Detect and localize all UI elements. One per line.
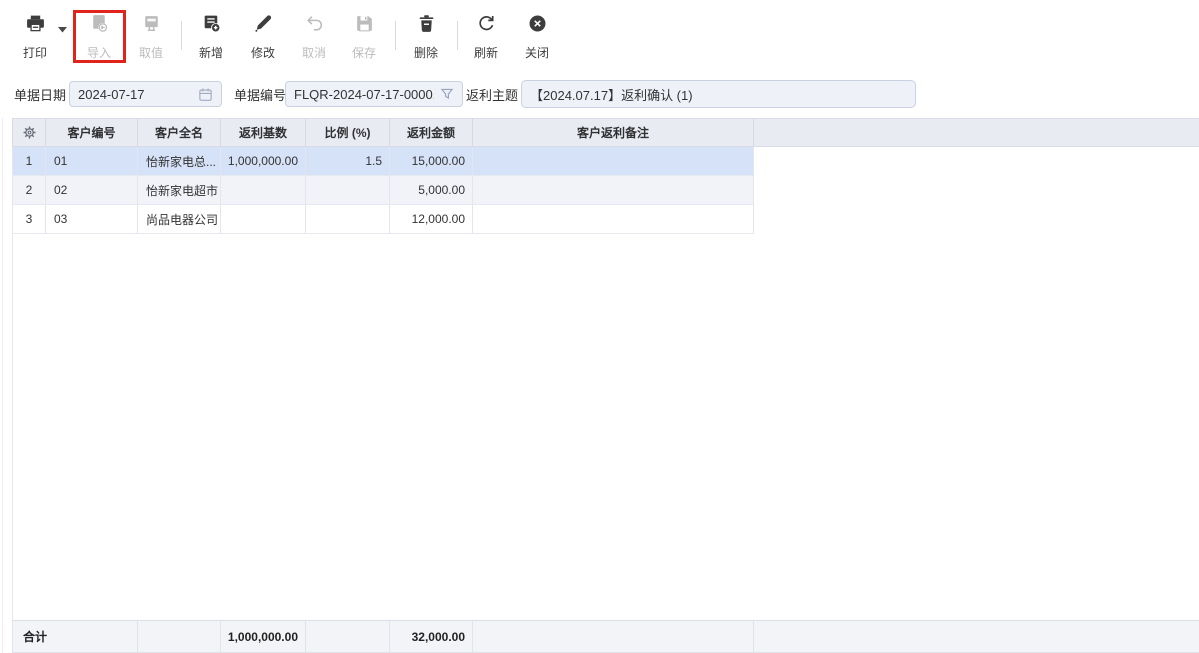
doc-no-field[interactable]: FLQR-2024-07-17-00001 — [285, 81, 463, 107]
footer-filler — [754, 621, 1199, 652]
column-settings-button[interactable] — [13, 119, 46, 146]
row-number-cell[interactable]: 3 — [13, 205, 46, 234]
ratio-cell[interactable] — [306, 176, 390, 205]
edit-icon — [253, 13, 274, 34]
table-row[interactable]: 3 03 尚品电器公司 12,000.00 — [12, 205, 754, 234]
row-number-cell[interactable]: 1 — [13, 147, 46, 176]
remark-cell[interactable] — [473, 176, 754, 205]
toolbar-separator — [457, 21, 458, 50]
close-button[interactable]: 关闭 — [514, 13, 560, 60]
table-row[interactable]: 1 01 怡新家电总... 1,000,000.00 1.5 15,000.00 — [12, 147, 754, 176]
rebate-base-cell[interactable]: 1,000,000.00 — [221, 147, 306, 176]
grid-left-border — [12, 234, 13, 620]
toolbar-separator — [395, 21, 396, 50]
rebate-amount-cell[interactable]: 12,000.00 — [390, 205, 473, 234]
fetch-value-label: 取值 — [139, 47, 163, 60]
footer-empty-cell — [138, 621, 221, 652]
print-button[interactable]: 打印 — [12, 13, 58, 60]
total-label: 合计 — [13, 621, 138, 652]
customer-no-cell[interactable]: 03 — [46, 205, 138, 234]
rebate-base-cell[interactable] — [221, 205, 306, 234]
column-header-filler — [754, 119, 1199, 146]
rebate-base-cell[interactable] — [221, 176, 306, 205]
ratio-cell[interactable] — [306, 205, 390, 234]
toolbar: 打印 导入 取值 新增 修改 取消 保存 删除 刷新 关闭 — [0, 0, 1199, 72]
rebate-subject-label: 返利主题 — [466, 81, 518, 107]
add-new-icon — [201, 13, 222, 34]
customer-name-cell[interactable]: 怡新家电超市 — [138, 176, 221, 205]
refresh-icon — [476, 13, 497, 34]
rebate-amount-cell[interactable]: 5,000.00 — [390, 176, 473, 205]
remark-cell[interactable] — [473, 147, 754, 176]
rebate-base-total: 1,000,000.00 — [221, 621, 306, 652]
remark-cell[interactable] — [473, 205, 754, 234]
save-label: 保存 — [352, 47, 376, 60]
grid-header: 客户编号 客户全名 返利基数 比例 (%) 返利金额 客户返利备注 — [12, 118, 1199, 147]
import-button[interactable]: 导入 — [76, 13, 122, 60]
close-icon — [527, 13, 548, 34]
undo-icon — [304, 13, 325, 34]
fetch-value-icon — [141, 13, 162, 34]
edit-button[interactable]: 修改 — [240, 13, 286, 60]
rebate-amount-cell[interactable]: 15,000.00 — [390, 147, 473, 176]
ratio-cell[interactable]: 1.5 — [306, 147, 390, 176]
cancel-button[interactable]: 取消 — [291, 13, 337, 60]
close-label: 关闭 — [525, 47, 549, 60]
column-header-ratio[interactable]: 比例 (%) — [306, 119, 390, 146]
rebate-amount-total: 32,000.00 — [390, 621, 473, 652]
row-number-cell[interactable]: 2 — [13, 176, 46, 205]
table-row[interactable]: 2 02 怡新家电超市 5,000.00 — [12, 176, 754, 205]
cancel-label: 取消 — [302, 47, 326, 60]
column-header-rebate-base[interactable]: 返利基数 — [221, 119, 306, 146]
import-label: 导入 — [87, 47, 111, 60]
doc-date-label: 单据日期 — [14, 81, 66, 107]
add-new-button[interactable]: 新增 — [188, 13, 234, 60]
doc-no-value: FLQR-2024-07-17-00001 — [294, 87, 434, 102]
trash-icon — [416, 13, 437, 34]
panel-left-border — [2, 118, 3, 653]
doc-date-value: 2024-07-17 — [78, 87, 192, 102]
print-label: 打印 — [23, 47, 47, 60]
doc-no-label: 单据编号 — [234, 81, 286, 107]
customer-no-cell[interactable]: 01 — [46, 147, 138, 176]
printer-icon — [25, 13, 46, 34]
save-button[interactable]: 保存 — [341, 13, 387, 60]
column-header-customer-name[interactable]: 客户全名 — [138, 119, 221, 146]
rebate-subject-value: 【2024.07.17】返利确认 (1) — [530, 85, 907, 104]
print-dropdown-caret-icon[interactable] — [58, 27, 67, 33]
fetch-value-button[interactable]: 取值 — [128, 13, 174, 60]
customer-no-cell[interactable]: 02 — [46, 176, 138, 205]
add-new-label: 新增 — [199, 47, 223, 60]
edit-label: 修改 — [251, 47, 275, 60]
filter-icon[interactable] — [440, 87, 454, 101]
refresh-button[interactable]: 刷新 — [463, 13, 509, 60]
footer-empty-cell — [306, 621, 390, 652]
toolbar-separator — [181, 21, 182, 50]
doc-date-field[interactable]: 2024-07-17 — [69, 81, 222, 107]
import-icon — [89, 13, 110, 34]
gear-icon — [21, 124, 38, 141]
refresh-label: 刷新 — [474, 47, 498, 60]
rebate-subject-field[interactable]: 【2024.07.17】返利确认 (1) — [521, 80, 916, 108]
save-icon — [354, 13, 375, 34]
delete-label: 删除 — [414, 47, 438, 60]
customer-name-cell[interactable]: 怡新家电总... — [138, 147, 221, 176]
grid-footer: 合计 1,000,000.00 32,000.00 — [12, 620, 1199, 653]
footer-empty-cell — [473, 621, 754, 652]
column-header-rebate-amount[interactable]: 返利金额 — [390, 119, 473, 146]
calendar-icon[interactable] — [198, 87, 213, 102]
column-header-remark[interactable]: 客户返利备注 — [473, 119, 754, 146]
column-header-customer-no[interactable]: 客户编号 — [46, 119, 138, 146]
customer-name-cell[interactable]: 尚品电器公司 — [138, 205, 221, 234]
delete-button[interactable]: 删除 — [403, 13, 449, 60]
